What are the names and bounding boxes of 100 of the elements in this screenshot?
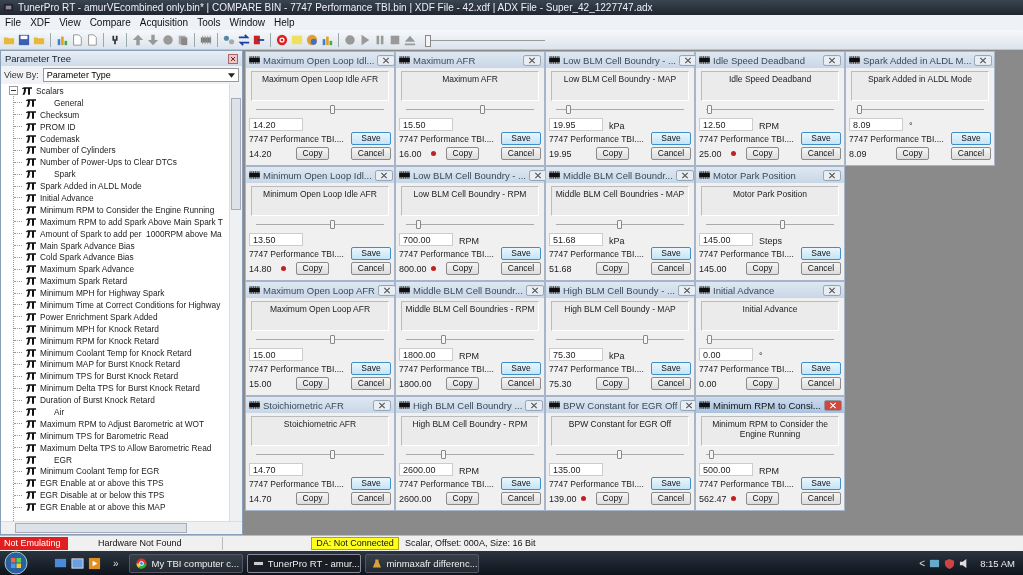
taskbar-button[interactable]: My TBI computer c... <box>128 553 243 573</box>
tree-item[interactable]: Main Spark Advance Bias <box>40 240 135 251</box>
save-button[interactable]: Save <box>801 477 841 490</box>
value-field[interactable]: 500.00 <box>699 463 753 476</box>
save-icon[interactable] <box>18 33 30 46</box>
save-button[interactable]: Save <box>501 247 541 260</box>
close-icon[interactable] <box>525 399 544 411</box>
save-button[interactable]: Save <box>651 362 691 375</box>
copy-button[interactable]: Copy <box>746 377 779 390</box>
save-button[interactable]: Save <box>501 477 541 490</box>
value-slider[interactable] <box>256 104 384 115</box>
tree-item[interactable]: Codemask <box>40 133 80 144</box>
cancel-button[interactable]: Cancel <box>801 262 841 275</box>
save-button[interactable]: Save <box>501 362 541 375</box>
desktop-icon[interactable] <box>54 556 67 570</box>
circle-icon[interactable] <box>162 33 174 46</box>
taskbar-button[interactable]: minmaxafr differenc... <box>364 553 479 573</box>
cancel-button[interactable]: Cancel <box>651 377 691 390</box>
close-icon[interactable] <box>974 54 993 66</box>
tree-item[interactable]: Power Enrichment Spark Added <box>40 311 158 322</box>
tree-item[interactable]: EGR Enable at or above this TPS <box>40 478 164 489</box>
copy-button[interactable]: Copy <box>596 147 629 160</box>
up-arrow-icon[interactable] <box>132 33 144 46</box>
copy-button[interactable]: Copy <box>446 147 479 160</box>
tree-item[interactable]: Minimum MPH for Highway Spark <box>40 288 165 299</box>
menu-item[interactable]: XDF <box>30 17 51 28</box>
close-icon[interactable] <box>377 284 396 296</box>
tree-item[interactable]: EGR Disable at or below this TPS <box>40 490 165 501</box>
close-icon[interactable] <box>525 284 544 296</box>
vertical-scrollbar[interactable] <box>229 84 242 521</box>
pages-icon[interactable] <box>177 33 189 46</box>
value-field[interactable]: 12.50 <box>699 118 753 131</box>
value-field[interactable]: 14.20 <box>249 118 303 131</box>
tree-item[interactable]: Number of Cylinders <box>40 145 116 156</box>
play-icon[interactable] <box>359 33 371 46</box>
save-button[interactable]: Save <box>351 477 391 490</box>
close-icon[interactable] <box>377 54 396 66</box>
tree-category[interactable]: Spark <box>40 169 76 180</box>
value-field[interactable]: 2600.00 <box>399 463 453 476</box>
cancel-button[interactable]: Cancel <box>351 147 391 160</box>
close-icon[interactable] <box>675 169 694 181</box>
close-icon[interactable] <box>823 284 841 296</box>
tree-item[interactable]: Number of Power-Ups to Clear DTCs <box>40 157 177 168</box>
value-slider[interactable] <box>706 104 834 115</box>
value-slider[interactable] <box>856 104 984 115</box>
cancel-button[interactable]: Cancel <box>501 492 541 505</box>
tree-item[interactable]: Minimum Coolant Temp for Knock Retard <box>40 347 192 358</box>
value-field[interactable]: 19.95 <box>549 118 603 131</box>
target-icon[interactable] <box>276 33 288 46</box>
tree-item[interactable]: Checksum <box>40 109 80 120</box>
close-icon[interactable] <box>823 54 841 66</box>
value-slider[interactable] <box>556 104 684 115</box>
tree-item[interactable]: Maximum Spark Advance <box>40 264 135 275</box>
cancel-button[interactable]: Cancel <box>351 377 391 390</box>
copy-button[interactable]: Copy <box>746 147 779 160</box>
tree-item[interactable]: EGR Enable at or above this MAP <box>40 502 166 513</box>
menu-item[interactable]: View <box>59 17 81 28</box>
tree-item[interactable]: Minimum RPM for Knock Retard <box>40 335 159 346</box>
stop-icon[interactable] <box>389 33 401 46</box>
value-field[interactable]: 13.50 <box>249 233 303 246</box>
close-icon[interactable] <box>523 54 541 66</box>
value-field[interactable]: 135.00 <box>549 463 603 476</box>
value-slider[interactable] <box>406 334 534 345</box>
cancel-button[interactable]: Cancel <box>651 492 691 505</box>
close-icon[interactable] <box>228 53 238 64</box>
tree-item[interactable]: Initial Advance <box>40 192 94 203</box>
save-button[interactable]: Save <box>951 132 991 145</box>
tree-item[interactable]: Scalars <box>36 85 64 96</box>
tree-item[interactable]: Maximum Spark Retard <box>40 276 128 287</box>
value-slider[interactable] <box>256 334 384 345</box>
window-switch-icon[interactable] <box>71 556 84 570</box>
tree-category[interactable]: General <box>40 97 84 108</box>
menu-item[interactable]: Window <box>229 17 266 28</box>
tree-item[interactable]: Minimum RPM to Consider the Engine Running <box>40 204 215 215</box>
menu-item[interactable]: Tools <box>197 17 221 28</box>
value-slider[interactable] <box>256 219 384 230</box>
save-button[interactable]: Save <box>801 132 841 145</box>
cancel-button[interactable]: Cancel <box>501 377 541 390</box>
save-button[interactable]: Save <box>351 132 391 145</box>
cancel-button[interactable]: Cancel <box>351 262 391 275</box>
value-slider[interactable] <box>256 449 384 460</box>
tree-item[interactable]: Minimum TPS for Barometric Read <box>40 430 169 441</box>
more-button[interactable]: » <box>113 557 119 569</box>
tree-item[interactable]: Minimum MPH for Knock Retard <box>40 323 159 334</box>
tray-toggle[interactable]: < <box>919 557 926 569</box>
shield-icon[interactable] <box>944 557 956 569</box>
close-icon[interactable] <box>823 399 842 411</box>
network-icon[interactable] <box>929 557 941 569</box>
tree-item[interactable]: Spark Added in ALDL Mode <box>40 181 142 192</box>
save-button[interactable]: Save <box>801 362 841 375</box>
copy-button[interactable]: Copy <box>896 147 929 160</box>
cancel-button[interactable]: Cancel <box>651 147 691 160</box>
copy-button[interactable]: Copy <box>446 262 479 275</box>
collapse-toggle[interactable] <box>9 86 18 96</box>
copy-button[interactable]: Copy <box>746 492 779 505</box>
copy-button[interactable]: Copy <box>296 147 329 160</box>
copy-button[interactable]: Copy <box>296 377 329 390</box>
cancel-button[interactable]: Cancel <box>951 147 991 160</box>
cancel-button[interactable]: Cancel <box>501 147 541 160</box>
tree-item[interactable]: Minimum Delta TPS for Burst Knock Retard <box>40 383 200 394</box>
